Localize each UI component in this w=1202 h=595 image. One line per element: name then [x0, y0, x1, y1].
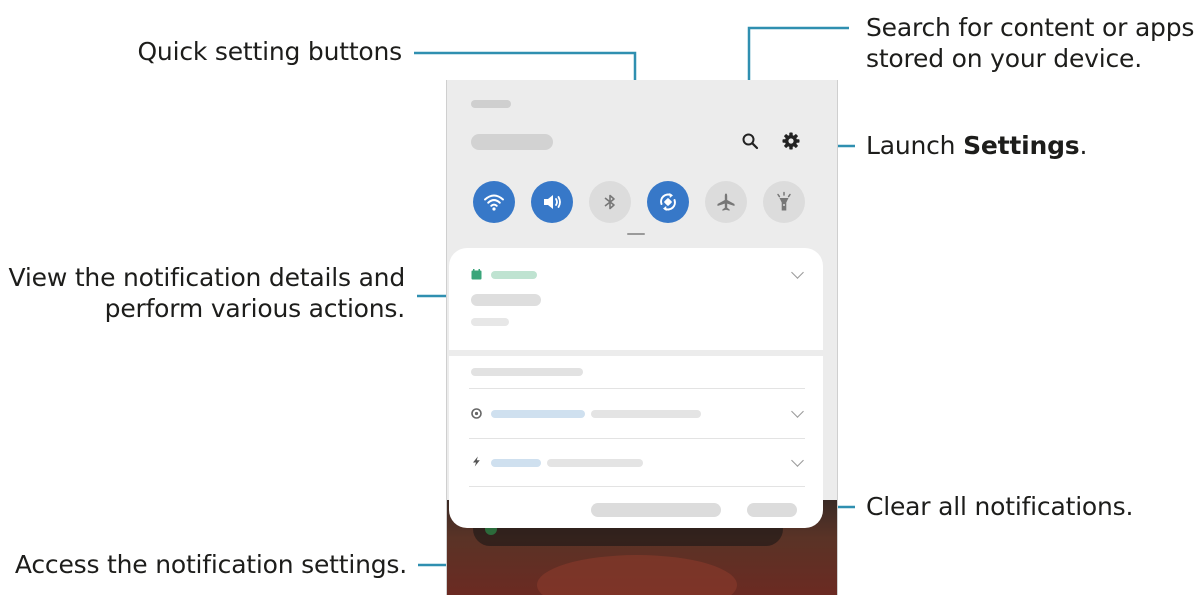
notification-row-text	[547, 459, 643, 467]
notification-row-app	[491, 410, 585, 418]
lightning-icon	[471, 456, 482, 467]
sound-icon	[544, 195, 561, 209]
callout-notification-settings-text: Access the notification settings.	[14, 550, 407, 579]
phone-screenshot	[446, 80, 838, 595]
flashlight-icon	[777, 191, 791, 211]
clear-all-button[interactable]	[747, 503, 797, 517]
quick-button-bluetooth[interactable]	[589, 181, 631, 223]
gear-icon[interactable]	[780, 130, 802, 152]
notification-body	[471, 318, 509, 326]
callout-search: Search for content or apps stored on you…	[866, 12, 1202, 74]
row-divider	[469, 388, 805, 389]
quick-settings-panel	[465, 173, 813, 231]
notification-title	[471, 294, 541, 306]
callout-quick-settings: Quick setting buttons	[100, 36, 402, 67]
callout-quick-settings-text: Quick setting buttons	[137, 37, 402, 66]
callout-notification-line2: perform various actions.	[104, 294, 406, 323]
callout-settings-prefix: Launch	[866, 131, 964, 160]
silent-notifications-card	[449, 356, 823, 528]
quick-button-flashlight[interactable]	[763, 181, 805, 223]
quick-button-sound[interactable]	[531, 181, 573, 223]
expand-chevron-icon[interactable]	[791, 454, 804, 467]
notification-app-name	[491, 271, 537, 279]
callout-search-line2: stored on your device.	[866, 44, 1142, 73]
quick-button-auto-rotate[interactable]	[647, 181, 689, 223]
row-divider	[469, 486, 805, 487]
expand-chevron-icon[interactable]	[791, 405, 804, 418]
wallpaper-shape	[537, 555, 737, 595]
row-divider	[469, 438, 805, 439]
callout-settings: Launch Settings.	[866, 130, 1196, 161]
search-icon[interactable]	[739, 130, 761, 152]
date-time-display	[471, 134, 553, 150]
drag-handle[interactable]	[627, 233, 645, 235]
callout-notification-line1: View the notification details and	[8, 263, 406, 292]
quick-button-wifi[interactable]	[473, 181, 515, 223]
callout-settings-bold: Settings	[963, 131, 1080, 160]
airplane-icon	[717, 193, 735, 211]
callout-clear-all: Clear all notifications.	[866, 491, 1196, 522]
expand-chevron-icon[interactable]	[791, 266, 804, 279]
notification-row-app	[491, 459, 541, 467]
callout-notification: View the notification details and perfor…	[0, 262, 406, 324]
notification-row-text	[591, 410, 701, 418]
quick-button-airplane-mode[interactable]	[705, 181, 747, 223]
silent-notifications-header	[471, 368, 583, 376]
notification-card[interactable]	[449, 248, 823, 350]
bluetooth-icon	[604, 194, 615, 210]
auto-rotate-icon	[660, 193, 676, 211]
callout-clear-all-text: Clear all notifications.	[866, 492, 1134, 521]
status-bar-time	[471, 100, 511, 108]
wifi-icon	[484, 194, 504, 211]
calendar-icon	[471, 269, 482, 280]
callout-search-line1: Search for content or apps	[866, 13, 1195, 42]
app-icon	[471, 408, 482, 419]
callout-settings-suffix: .	[1079, 131, 1088, 160]
callout-notification-settings: Access the notification settings.	[0, 549, 407, 580]
notification-settings-button[interactable]	[591, 503, 721, 517]
